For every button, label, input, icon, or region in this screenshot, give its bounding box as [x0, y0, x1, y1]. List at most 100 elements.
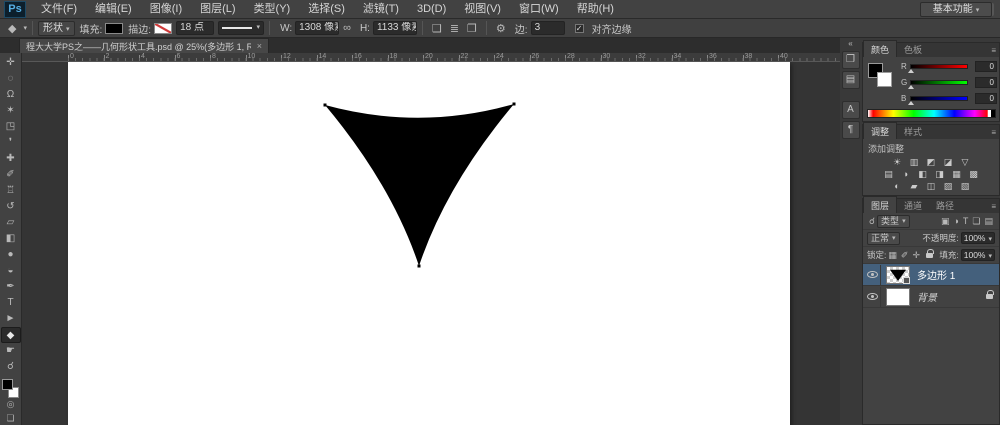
layer-thumbnail[interactable]: [886, 266, 910, 284]
lock-position-icon[interactable]: ✛: [912, 250, 920, 261]
color-lookup-icon[interactable]: ▩: [967, 169, 981, 180]
quick-mask-button[interactable]: ◎: [1, 397, 21, 411]
selective-color-icon[interactable]: ▧: [958, 181, 972, 192]
menu-item[interactable]: 窗口(W): [510, 3, 568, 15]
dodge-tool[interactable]: ◒: [1, 263, 21, 279]
slider-value[interactable]: 0: [975, 61, 997, 72]
path-arrange-icon[interactable]: ❐: [463, 23, 481, 35]
collapse-dock-icon[interactable]: «: [840, 39, 861, 48]
photo-filter-icon[interactable]: ◨: [933, 169, 947, 180]
slider-track[interactable]: [910, 64, 968, 69]
tab-通道[interactable]: 通道: [897, 197, 929, 213]
lock-all-icon[interactable]: [926, 253, 933, 258]
menu-item[interactable]: 帮助(H): [568, 3, 623, 15]
document-tab[interactable]: 程大大学PS之——几何形状工具.psd @ 25%(多边形 1, RGB/8) …: [19, 38, 269, 53]
visibility-toggle[interactable]: [865, 287, 881, 307]
shape-height-input[interactable]: 1133 像素: [373, 21, 417, 35]
layer-row[interactable]: 背景: [863, 286, 999, 308]
move-tool[interactable]: ✛: [1, 55, 21, 71]
stroke-color-swatch[interactable]: [154, 23, 172, 34]
history-panel-icon[interactable]: ❐: [842, 51, 860, 69]
tab-颜色[interactable]: 颜色: [863, 40, 897, 57]
pen-tool[interactable]: ✒: [1, 279, 21, 295]
path-alignment-icon[interactable]: ≣: [446, 23, 463, 35]
polygon-shape-tool[interactable]: ◆: [1, 327, 21, 343]
blend-mode-select[interactable]: 正常▾: [867, 232, 900, 245]
pixel-filter-icon[interactable]: ▣: [941, 216, 950, 227]
eyedropper-tool[interactable]: ❜: [1, 135, 21, 151]
workspace-switcher-button[interactable]: 基本功能▾: [920, 2, 992, 17]
tab-路径[interactable]: 路径: [929, 197, 961, 213]
slider-track[interactable]: [910, 80, 968, 85]
shape-width-input[interactable]: 1308 像素: [295, 21, 339, 35]
toolbar-color-swatches[interactable]: [1, 378, 21, 397]
crop-tool[interactable]: ◳: [1, 119, 21, 135]
adjustments-panel-menu-icon[interactable]: ≡: [991, 128, 996, 137]
menu-item[interactable]: 文件(F): [32, 3, 86, 15]
b-slider[interactable]: B0: [901, 93, 997, 105]
path-selection-tool[interactable]: ►: [1, 311, 21, 327]
brightness-contrast-icon[interactable]: ☀: [890, 157, 904, 168]
align-edges-checkbox[interactable]: ✓: [575, 24, 584, 33]
adjustment-filter-icon[interactable]: ◑: [953, 216, 958, 226]
tool-mode-select[interactable]: 形状▾: [38, 21, 75, 36]
menu-item[interactable]: 滤镜(T): [354, 3, 408, 15]
slider-value[interactable]: 0: [975, 77, 997, 88]
gradient-map-icon[interactable]: ▨: [941, 181, 955, 192]
lasso-tool[interactable]: Ω: [1, 87, 21, 103]
lock-transparent-pixels-icon[interactable]: ▦: [888, 250, 897, 261]
tab-调整[interactable]: 调整: [863, 122, 897, 139]
shape-filter-icon[interactable]: ❏: [972, 216, 980, 227]
fill-color-swatch[interactable]: [105, 23, 123, 34]
layer-row[interactable]: 多边形 1: [863, 264, 999, 286]
slider-handle[interactable]: [908, 69, 914, 73]
slider-handle[interactable]: [908, 101, 914, 105]
color-panel-menu-icon[interactable]: ≡: [991, 46, 996, 55]
character-panel-icon[interactable]: A: [842, 101, 860, 119]
sides-input[interactable]: 3: [531, 21, 565, 35]
menu-item[interactable]: 3D(D): [408, 3, 455, 15]
menu-item[interactable]: 类型(Y): [245, 3, 300, 15]
stroke-width-input[interactable]: 18 点: [176, 21, 214, 35]
channel-mixer-icon[interactable]: ▦: [950, 169, 964, 180]
levels-icon[interactable]: ▥: [907, 157, 921, 168]
zoom-tool[interactable]: ☌: [1, 359, 21, 375]
blur-tool[interactable]: ●: [1, 247, 21, 263]
type-filter-icon[interactable]: T: [963, 216, 969, 226]
hue-saturation-icon[interactable]: ▤: [882, 169, 896, 180]
background-color-swatch[interactable]: [877, 72, 892, 87]
layer-name[interactable]: 多边形 1: [917, 267, 955, 282]
posterize-icon[interactable]: ▰: [907, 181, 921, 192]
type-tool[interactable]: T: [1, 295, 21, 311]
eraser-tool[interactable]: ▱: [1, 215, 21, 231]
r-slider[interactable]: R0: [901, 61, 997, 73]
gradient-tool[interactable]: ◧: [1, 231, 21, 247]
curves-icon[interactable]: ◩: [924, 157, 938, 168]
slider-handle[interactable]: [908, 85, 914, 89]
vibrance-icon[interactable]: ▽: [958, 157, 972, 168]
tool-preset-icon[interactable]: ◆: [4, 22, 20, 35]
foreground-color-swatch[interactable]: [2, 379, 13, 390]
brush-tool[interactable]: ✐: [1, 167, 21, 183]
paragraph-panel-icon[interactable]: ¶: [842, 121, 860, 139]
tab-色板[interactable]: 色板: [897, 41, 929, 57]
canvas[interactable]: [68, 62, 790, 425]
history-brush-tool[interactable]: ↺: [1, 199, 21, 215]
menu-item[interactable]: 图层(L): [191, 3, 244, 15]
marquee-tool[interactable]: ◌: [1, 71, 21, 87]
visibility-toggle[interactable]: [865, 265, 881, 285]
threshold-icon[interactable]: ◫: [924, 181, 938, 192]
properties-panel-icon[interactable]: ▤: [842, 71, 860, 89]
invert-icon[interactable]: ◐: [890, 181, 904, 192]
layers-panel-menu-icon[interactable]: ≡: [991, 202, 996, 211]
spot-healing-brush-tool[interactable]: ✚: [1, 151, 21, 167]
stroke-style-select[interactable]: ▾: [218, 21, 264, 35]
foreground-background-swatches[interactable]: [868, 63, 896, 91]
g-slider[interactable]: G0: [901, 77, 997, 89]
layer-thumbnail[interactable]: [886, 288, 910, 306]
gear-icon[interactable]: ⚙: [492, 22, 510, 35]
color-spectrum-ramp[interactable]: [867, 109, 996, 118]
combine-shapes-icon[interactable]: ❑: [428, 23, 446, 35]
layer-name[interactable]: 背景: [917, 289, 937, 304]
smart-object-filter-icon[interactable]: ▤: [984, 216, 993, 227]
